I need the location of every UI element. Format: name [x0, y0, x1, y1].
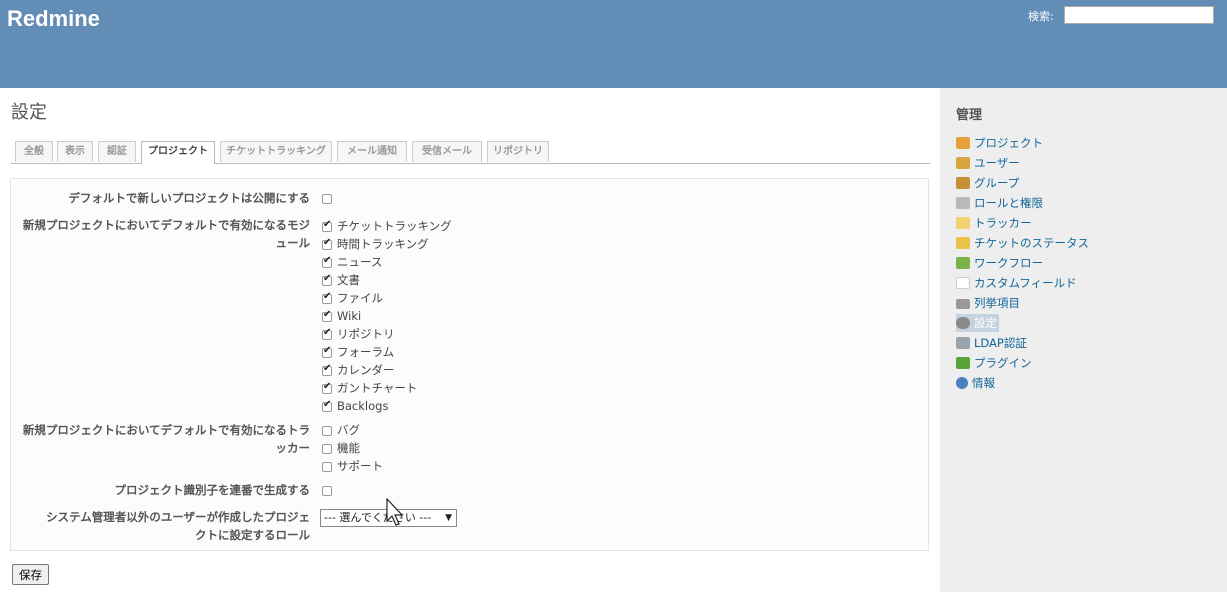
header: Redmine 検索:: [0, 0, 1227, 88]
key-icon: [956, 197, 970, 209]
tracker-label: 機能: [337, 441, 360, 455]
module-checkbox[interactable]: [322, 255, 332, 268]
sidebar-item-label: LDAP認証: [974, 336, 1027, 350]
search-input[interactable]: [1064, 6, 1214, 24]
tab-repositories[interactable]: リポジトリ: [487, 141, 549, 162]
sidebar-item-roles[interactable]: ロールと権限: [956, 194, 1043, 212]
module-label: Wiki: [337, 309, 362, 323]
module-label: フォーラム: [337, 345, 395, 359]
module-label: Backlogs: [337, 399, 389, 413]
page-title: 設定: [11, 102, 47, 123]
tab-display[interactable]: 表示: [57, 141, 93, 162]
sidebar: 管理 プロジェクト ユーザー グループ ロールと権限 トラッカー チケットのステ…: [940, 88, 1227, 592]
sidebar-item-info[interactable]: 情報: [956, 374, 995, 392]
module-checkbox[interactable]: [322, 219, 332, 232]
tab-issue-tracking[interactable]: チケットトラッキング: [220, 141, 332, 162]
sidebar-title: 管理: [956, 108, 983, 123]
module-checkbox[interactable]: [322, 345, 332, 358]
info-icon: [956, 377, 968, 389]
modules-label-line2: ュール: [275, 236, 311, 250]
sidebar-item-projects[interactable]: プロジェクト: [956, 134, 1043, 152]
sidebar-item-label: ユーザー: [974, 156, 1020, 170]
save-button[interactable]: 保存: [12, 564, 49, 585]
module-checkbox[interactable]: [322, 399, 332, 412]
tab-general[interactable]: 全般: [15, 141, 53, 162]
sequential-identifier-label: プロジェクト識別子を連番で生成する: [114, 483, 311, 497]
custom-field-icon: [956, 277, 970, 289]
gear-icon: [956, 317, 970, 329]
sidebar-item-label: トラッカー: [974, 216, 1032, 230]
sidebar-item-plugins[interactable]: プラグイン: [956, 354, 1032, 372]
sidebar-item-users[interactable]: ユーザー: [956, 154, 1020, 172]
tracker-checkbox[interactable]: [322, 462, 332, 472]
module-checkbox[interactable]: [322, 273, 332, 286]
sidebar-item-label: ロールと権限: [974, 196, 1043, 210]
trackers-label-line1: 新規プロジェクトにおいてデフォルトで有効になるトラ: [22, 423, 310, 437]
workflow-icon: [956, 257, 970, 269]
sidebar-item-custom-fields[interactable]: カスタムフィールド: [956, 274, 1077, 292]
sidebar-item-issue-statuses[interactable]: チケットのステータス: [956, 234, 1089, 252]
settings-box: デフォルトで新しいプロジェクトは公開にする 新規プロジェクトにおいてデフォルトで…: [10, 178, 929, 551]
sidebar-item-label: プロジェクト: [974, 136, 1043, 150]
module-checkbox[interactable]: [322, 381, 332, 394]
sidebar-item-settings[interactable]: 設定: [956, 314, 999, 332]
tab-incoming-emails[interactable]: 受信メール: [412, 141, 482, 162]
mouse-cursor-icon: [386, 498, 404, 526]
sidebar-item-label: 列挙項目: [974, 296, 1020, 310]
module-checkbox[interactable]: [322, 237, 332, 250]
sidebar-item-label: 情報: [972, 376, 995, 390]
search-label: 検索:: [1028, 10, 1054, 23]
sidebar-item-enumerations[interactable]: 列挙項目: [956, 294, 1020, 312]
user-icon: [956, 157, 970, 169]
public-default-checkbox[interactable]: [322, 194, 332, 204]
sidebar-item-workflow[interactable]: ワークフロー: [956, 254, 1043, 272]
server-icon: [956, 337, 970, 349]
module-checkbox[interactable]: [322, 363, 332, 376]
tracker-checkbox[interactable]: [322, 426, 332, 436]
tracker-label: サポート: [337, 459, 383, 473]
settings-tabs: 全般 表示 認証 プロジェクト チケットトラッキング メール通知 受信メール リ…: [11, 141, 930, 164]
app-logo[interactable]: Redmine: [7, 6, 100, 32]
sidebar-item-label: プラグイン: [974, 356, 1032, 370]
module-label: カレンダー: [337, 363, 395, 377]
module-checkbox[interactable]: [322, 309, 332, 322]
tab-authentication[interactable]: 認証: [98, 141, 136, 162]
modules-label-line1: 新規プロジェクトにおいてデフォルトで有効になるモジ: [22, 218, 310, 232]
tab-email-notifications[interactable]: メール通知: [337, 141, 407, 162]
role-label-line1: システム管理者以外のユーザーが作成したプロジェ: [46, 510, 310, 524]
dropdown-arrow-icon: ▼: [445, 513, 452, 523]
group-icon: [956, 177, 970, 189]
module-label: チケットトラッキング: [337, 219, 452, 233]
sidebar-item-label: グループ: [974, 176, 1020, 190]
sidebar-item-label: ワークフロー: [974, 256, 1043, 270]
sidebar-item-trackers[interactable]: トラッカー: [956, 214, 1032, 232]
tracker-label: バグ: [337, 423, 360, 437]
module-label: リポジトリ: [337, 327, 395, 341]
module-label: 時間トラッキング: [337, 237, 429, 251]
list-icon: [956, 299, 970, 309]
module-checkbox[interactable]: [322, 291, 332, 304]
sidebar-item-label: チケットのステータス: [974, 236, 1089, 250]
sidebar-item-groups[interactable]: グループ: [956, 174, 1019, 192]
tracker-checkbox[interactable]: [322, 444, 332, 454]
sidebar-item-label: 設定: [974, 316, 997, 330]
module-label: ニュース: [337, 255, 383, 269]
module-label: 文書: [337, 273, 360, 287]
plugin-icon: [956, 357, 970, 369]
role-label-line2: クトに設定するロール: [195, 528, 310, 542]
ticket-icon: [956, 217, 970, 229]
main-content: 設定 全般 表示 認証 プロジェクト チケットトラッキング メール通知 受信メー…: [0, 88, 940, 592]
module-label: ガントチャート: [337, 381, 418, 395]
projects-icon: [956, 137, 970, 149]
trackers-label-line2: ッカー: [275, 441, 311, 455]
public-default-label: デフォルトで新しいプロジェクトは公開にする: [68, 191, 310, 205]
module-checkbox[interactable]: [322, 327, 332, 340]
tab-projects[interactable]: プロジェクト: [141, 141, 215, 164]
sequential-identifier-checkbox[interactable]: [322, 486, 332, 496]
role-select-value: --- 選んでください ---: [324, 511, 432, 524]
sidebar-item-label: カスタムフィールド: [974, 276, 1077, 290]
status-icon: [956, 237, 970, 249]
module-label: ファイル: [337, 291, 383, 305]
sidebar-item-ldap[interactable]: LDAP認証: [956, 334, 1027, 352]
